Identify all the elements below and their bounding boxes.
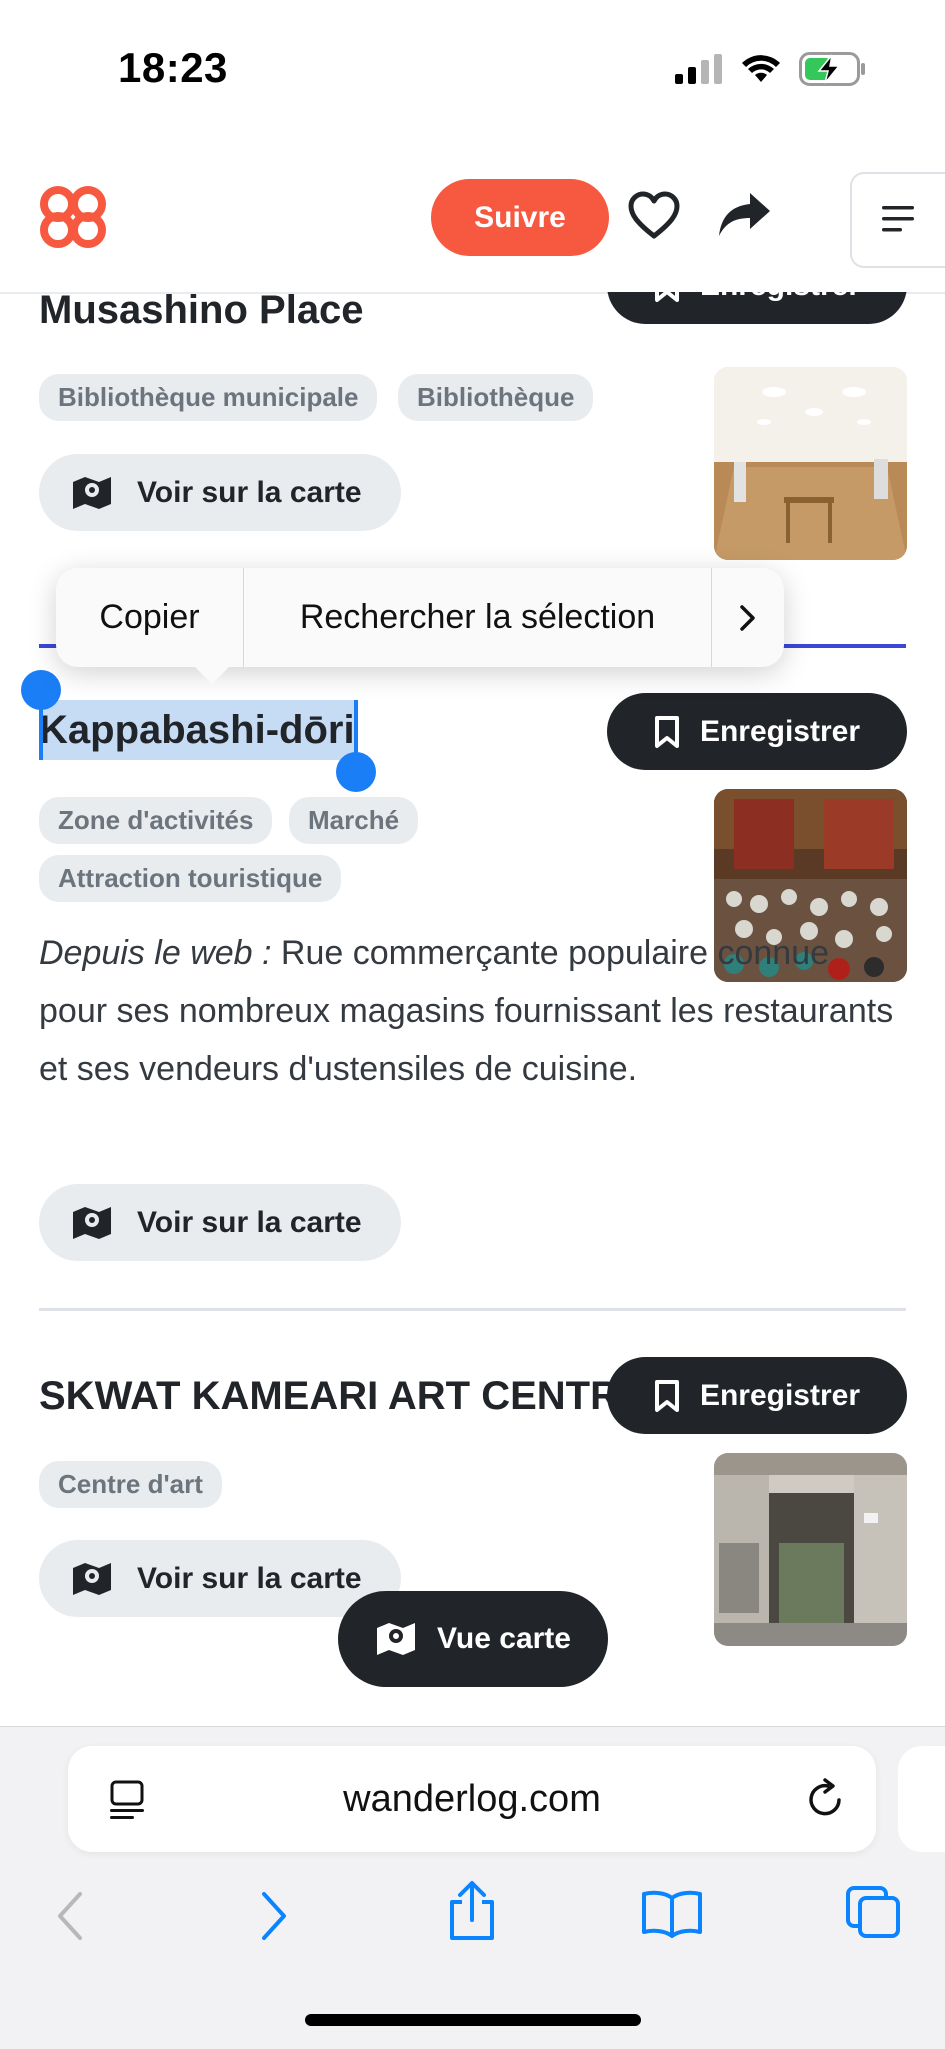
status-time: 18:23: [118, 44, 228, 91]
next-tab-peek[interactable]: [898, 1746, 945, 1852]
category-tag: Marché: [289, 797, 419, 844]
category-tag: Zone d'activités: [39, 797, 273, 844]
save-button-label: Enregistrer: [699, 714, 861, 748]
bookmark-icon: [654, 292, 679, 302]
map-icon: [73, 476, 111, 509]
place-title: SKWAT KAMEARI ART CENTRE: [39, 1374, 646, 1418]
description-source: Depuis le web :: [39, 934, 272, 972]
wanderlog-logo-icon[interactable]: [36, 184, 110, 250]
view-on-map-button[interactable]: Voir sur la carte: [39, 1184, 401, 1261]
signal-icon: [675, 54, 722, 84]
category-tag: Attraction touristique: [39, 855, 342, 902]
follow-button[interactable]: Suivre: [431, 179, 609, 256]
selection-start-handle[interactable]: [21, 670, 61, 710]
view-on-map-label: Voir sur la carte: [137, 475, 362, 509]
category-tag: Centre d'art: [39, 1461, 222, 1508]
battery-charging-icon: [799, 52, 865, 86]
place-title: Musashino Place: [39, 292, 364, 332]
map-view-button[interactable]: Vue carte: [338, 1591, 608, 1687]
place-photo-library[interactable]: [714, 367, 907, 560]
save-button[interactable]: Enregistrer: [607, 1357, 907, 1434]
map-icon: [377, 1623, 416, 1655]
map-icon: [73, 1206, 111, 1239]
save-button[interactable]: Enregistrer: [607, 693, 907, 770]
menu-button[interactable]: [850, 172, 945, 268]
share-icon[interactable]: [446, 1880, 498, 1942]
heart-icon[interactable]: [628, 190, 680, 242]
view-on-map-label: Voir sur la carte: [137, 1205, 362, 1239]
url-text: wanderlog.com: [343, 1778, 601, 1820]
bookmark-icon: [654, 1379, 679, 1412]
save-button-label: Enregistrer: [700, 292, 860, 303]
view-on-map-button[interactable]: Voir sur la carte: [39, 1540, 401, 1617]
save-button[interactable]: Enregistrer: [607, 292, 907, 324]
category-tag: Bibliothèque municipale: [39, 374, 378, 421]
place-title[interactable]: Kappabashi-dōri: [39, 708, 355, 753]
bookmark-icon: [654, 715, 679, 748]
wifi-icon: [742, 55, 780, 82]
lookup-menu-item[interactable]: Rechercher la sélection: [244, 568, 711, 667]
chevron-right-icon: [740, 604, 755, 631]
place-photo-art-centre[interactable]: [714, 1453, 907, 1646]
selection-end-handle[interactable]: [336, 752, 376, 792]
share-arrow-icon[interactable]: [716, 190, 772, 240]
view-on-map-label: Voir sur la carte: [137, 1561, 362, 1595]
reload-icon[interactable]: [806, 1778, 846, 1820]
bookmarks-icon[interactable]: [640, 1888, 704, 1938]
context-menu-pointer: [190, 662, 234, 684]
section-divider: [39, 1308, 906, 1311]
status-icons: [675, 52, 867, 86]
view-on-map-button[interactable]: Voir sur la carte: [39, 454, 401, 531]
more-menu-item[interactable]: [712, 568, 784, 667]
text-context-menu: Copier Rechercher la sélection: [56, 568, 784, 667]
save-button-label: Enregistrer: [699, 1378, 861, 1412]
tabs-icon[interactable]: [844, 1884, 902, 1940]
hamburger-icon: [882, 206, 914, 232]
map-icon: [73, 1562, 111, 1595]
place-description: Depuis le web : Rue commerçante populair…: [39, 924, 899, 1098]
selection-end-caret: [354, 700, 358, 760]
forward-arrow-icon[interactable]: [256, 1890, 292, 1942]
address-bar[interactable]: wanderlog.com: [68, 1746, 876, 1852]
copy-menu-item[interactable]: Copier: [56, 568, 243, 667]
back-arrow-icon[interactable]: [52, 1890, 88, 1942]
category-tag: Bibliothèque: [398, 374, 594, 421]
home-indicator: [305, 2014, 641, 2026]
map-view-label: Vue carte: [437, 1622, 571, 1655]
